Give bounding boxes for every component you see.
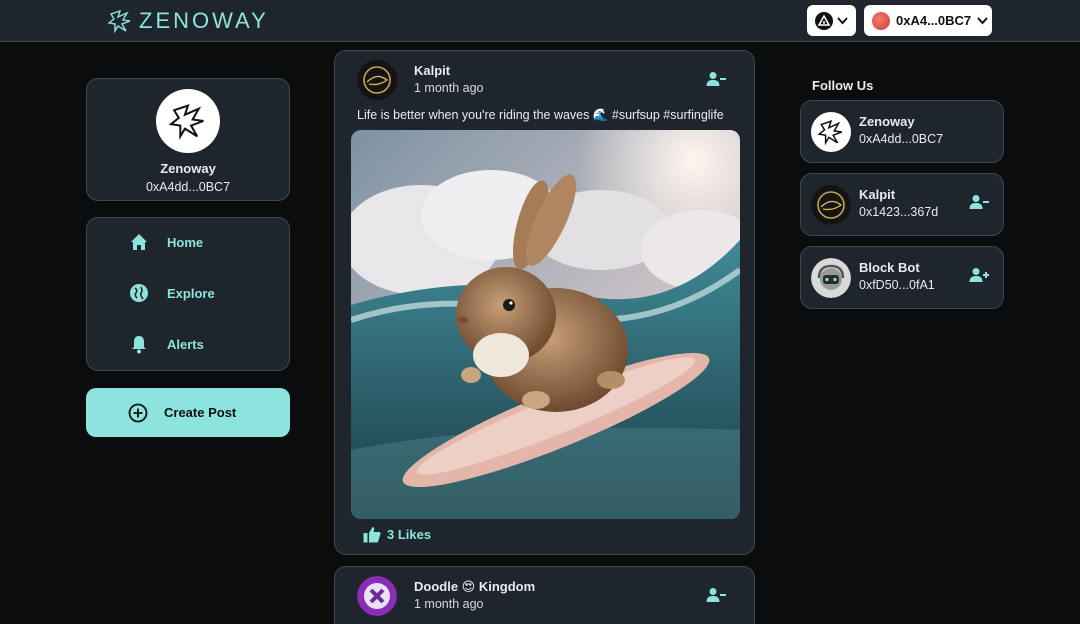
post-image[interactable]: [351, 130, 740, 519]
follow-us-heading: Follow Us: [812, 78, 874, 93]
account-address: 0x1423...367d: [859, 205, 939, 219]
brand-name: ZENOWAY: [139, 8, 269, 33]
follow-account-card[interactable]: Zenoway 0xA4dd...0BC7: [800, 100, 1004, 163]
post-timestamp: 1 month ago: [414, 597, 484, 611]
home-icon: [131, 234, 147, 250]
avatar[interactable]: [357, 576, 397, 616]
avatar: [811, 112, 851, 152]
thumbs-up-icon: [363, 527, 381, 543]
zenoway-logo-icon: [817, 120, 843, 146]
post-author[interactable]: Kalpit: [414, 63, 450, 78]
sidebar-item-label: Alerts: [167, 336, 204, 352]
sidebar-item-label: Explore: [167, 285, 215, 301]
sidebar-item-alerts[interactable]: Alerts: [129, 334, 204, 354]
sidebar-item-home[interactable]: Home: [129, 232, 203, 252]
unfollow-user-button[interactable]: [706, 587, 726, 608]
globe-icon: [130, 284, 148, 302]
plus-circle-icon: [128, 403, 148, 422]
wallet-address: 0xA4...0BC7: [896, 13, 972, 28]
profile-card[interactable]: Zenoway 0xA4dd...0BC7: [86, 78, 290, 201]
profile-name: Zenoway: [160, 161, 216, 176]
zenoway-logo-icon: [107, 9, 131, 34]
network-selector-button[interactable]: [807, 5, 856, 36]
avatar: [156, 89, 220, 153]
post-card: Doodle 😍 Kingdom 1 month ago: [334, 566, 755, 624]
follow-account-card[interactable]: Kalpit 0x1423...367d: [800, 173, 1004, 236]
zenoway-logo-icon: [168, 104, 204, 140]
top-bar: ZENOWAY 0xA4...0BC7: [0, 0, 1080, 42]
chevron-down-icon: [837, 16, 848, 24]
avatar[interactable]: [357, 60, 397, 100]
user-minus-icon: [969, 195, 989, 209]
avatar: [811, 185, 851, 225]
account-name: Zenoway: [859, 114, 915, 129]
like-button[interactable]: 3 Likes: [363, 526, 431, 543]
profile-address: 0xA4dd...0BC7: [145, 180, 231, 194]
unfollow-user-button[interactable]: [706, 71, 726, 92]
avatar: [811, 258, 851, 298]
post-card: Kalpit 1 month ago Life is better when y…: [334, 50, 755, 555]
user-minus-icon: [706, 588, 726, 602]
unfollow-user-button[interactable]: [969, 194, 989, 215]
user-minus-icon: [706, 72, 726, 86]
bell-icon: [132, 336, 146, 354]
sidebar-item-explore[interactable]: Explore: [129, 283, 215, 303]
create-post-button[interactable]: Create Post: [86, 388, 290, 437]
account-address: 0xfD50...0fA1: [859, 278, 935, 292]
network-icon: [815, 11, 833, 30]
account-name: Block Bot: [859, 260, 920, 275]
post-author[interactable]: Doodle 😍 Kingdom: [414, 579, 535, 595]
sidebar-item-label: Home: [167, 234, 204, 250]
account-name: Kalpit: [859, 187, 896, 202]
post-text: Life is better when you're riding the wa…: [357, 108, 724, 122]
follow-account-card[interactable]: Block Bot 0xfD50...0fA1: [800, 246, 1004, 309]
sidebar-nav: Home Explore Alerts: [86, 217, 290, 371]
follow-user-button[interactable]: [969, 267, 989, 288]
post-timestamp: 1 month ago: [414, 81, 484, 95]
account-address: 0xA4dd...0BC7: [859, 132, 944, 146]
brand-logo[interactable]: ZENOWAY: [107, 8, 269, 34]
user-plus-icon: [969, 268, 989, 282]
create-post-label: Create Post: [164, 405, 237, 420]
wallet-avatar: [872, 11, 890, 30]
chevron-down-icon: [977, 16, 988, 24]
wallet-account-button[interactable]: 0xA4...0BC7: [864, 5, 992, 36]
likes-count: 3 Likes: [387, 527, 432, 542]
